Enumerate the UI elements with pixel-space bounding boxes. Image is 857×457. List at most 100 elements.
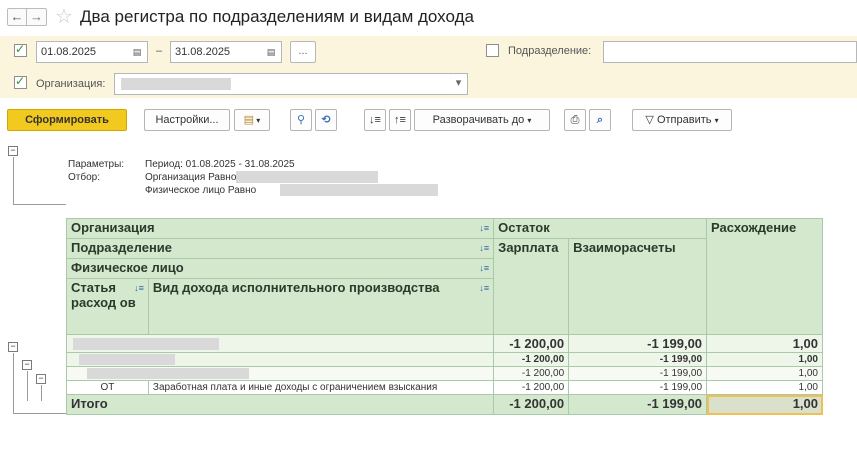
settings-button[interactable]: Настройки... bbox=[144, 109, 230, 131]
settlements-cell: -1 199,00 bbox=[568, 334, 708, 353]
search-icon: ⚲ bbox=[296, 114, 306, 126]
period-checkbox[interactable] bbox=[14, 42, 27, 57]
expand-icon: ↑≡ bbox=[394, 114, 406, 126]
settlements-cell: -1 199,00 bbox=[568, 352, 708, 367]
header-person[interactable]: Физическое лицо ↓≡ bbox=[65, 258, 495, 279]
header-person-label: Физическое лицо bbox=[71, 260, 184, 275]
header-organization[interactable]: Организация ↓≡ bbox=[65, 218, 495, 239]
clipboard-icon: ▤ bbox=[243, 114, 255, 126]
salary-cell: -1 200,00 bbox=[493, 366, 570, 381]
send-icon: ▽ bbox=[645, 114, 654, 126]
preview-button[interactable]: ⌕ bbox=[589, 109, 611, 131]
subdivision-input[interactable] bbox=[603, 41, 857, 63]
toolbar: Сформировать Настройки... ▤ ▾ ⚲ ⟲ ↓≡ ↑≡ … bbox=[0, 98, 857, 138]
header-article[interactable]: ↓≡ Статья расход ов bbox=[66, 278, 149, 335]
preview-icon: ⌕ bbox=[596, 114, 604, 126]
salary-cell: -1 200,00 bbox=[493, 380, 570, 395]
search-button[interactable]: ⚲ bbox=[290, 109, 312, 131]
discrepancy-cell: 1,00 bbox=[706, 380, 823, 395]
header-balance: Остаток bbox=[493, 218, 708, 239]
header-organization-label: Организация bbox=[71, 220, 155, 235]
print-button[interactable]: ⎙ bbox=[564, 109, 586, 131]
search-reset-icon: ⟲ bbox=[321, 114, 331, 126]
table-row[interactable]: -1 200,00 -1 199,00 1,00 bbox=[65, 334, 823, 353]
tree-line bbox=[13, 353, 14, 413]
collapse-subdivision-icon[interactable]: − bbox=[22, 360, 32, 370]
expand-to-button[interactable]: Разворачивать до ▾ bbox=[414, 109, 550, 131]
tree-line bbox=[13, 204, 66, 205]
total-label: Итого bbox=[65, 394, 495, 415]
subdivision-label: Подразделение: bbox=[508, 45, 592, 57]
search-reset-button[interactable]: ⟲ bbox=[315, 109, 337, 131]
sort-icon[interactable]: ↓≡ bbox=[134, 283, 144, 293]
date-range-dash: – bbox=[156, 45, 163, 57]
redacted-organization bbox=[121, 78, 231, 90]
redacted-organization bbox=[73, 338, 219, 350]
collapse-params-icon[interactable]: − bbox=[8, 146, 18, 156]
organization-checkbox[interactable] bbox=[14, 74, 27, 89]
title-bar: ← → ☆ Два регистра по подразделениям и в… bbox=[0, 0, 857, 36]
send-button[interactable]: ▽ Отправить ▾ bbox=[632, 109, 732, 131]
subdivision-checkbox[interactable] bbox=[486, 44, 499, 57]
generate-button[interactable]: Сформировать bbox=[7, 109, 127, 131]
total-row[interactable]: Итого -1 200,00 -1 199,00 1,00 bbox=[65, 394, 823, 415]
collapse-org-icon[interactable]: − bbox=[8, 342, 18, 352]
filter-person-text: Физическое лицо Равно bbox=[145, 185, 257, 196]
row-group-cell bbox=[65, 366, 495, 381]
redacted-person bbox=[87, 368, 249, 379]
period-text: Период: 01.08.2025 - 31.08.2025 bbox=[145, 159, 295, 170]
total-discrepancy-cell[interactable]: 1,00 bbox=[706, 394, 823, 415]
header-subdivision-label: Подразделение bbox=[71, 240, 173, 255]
period-select-button[interactable]: ... bbox=[290, 41, 316, 63]
settlements-cell: -1 199,00 bbox=[568, 380, 708, 395]
sort-icon[interactable]: ↓≡ bbox=[479, 263, 489, 273]
date-from-value: 01.08.2025 bbox=[41, 46, 97, 58]
header-salary: Зарплата bbox=[493, 238, 570, 335]
favorite-star-icon[interactable]: ☆ bbox=[55, 4, 73, 29]
table-row[interactable]: ОТ Заработная плата и иные доходы с огра… bbox=[66, 380, 823, 395]
date-from-input[interactable]: 01.08.2025 ▤ bbox=[36, 41, 148, 63]
forward-arrow-icon[interactable]: → bbox=[27, 8, 47, 26]
tree-line bbox=[27, 371, 28, 401]
header-income-type-label: Вид дохода исполнительного производства bbox=[152, 280, 440, 295]
table-row[interactable]: -1 200,00 -1 199,00 1,00 bbox=[65, 352, 823, 367]
organization-dropdown-button[interactable]: ▾ bbox=[450, 73, 468, 95]
date-to-value: 31.08.2025 bbox=[175, 46, 231, 58]
collapse-button[interactable]: ↓≡ bbox=[364, 109, 386, 131]
chevron-down-icon: ▾ bbox=[527, 116, 532, 125]
grouping-tree: − − − − bbox=[8, 142, 66, 457]
organization-input[interactable] bbox=[114, 73, 468, 95]
organization-label: Организация: bbox=[36, 78, 106, 90]
total-settlements-cell: -1 199,00 bbox=[568, 394, 708, 415]
salary-cell: -1 200,00 bbox=[493, 352, 570, 367]
settlements-cell: -1 199,00 bbox=[568, 366, 708, 381]
article-cell: ОТ bbox=[66, 380, 149, 395]
expand-to-label: Разворачивать до bbox=[432, 114, 525, 126]
discrepancy-cell: 1,00 bbox=[706, 334, 823, 353]
collapse-person-icon[interactable]: − bbox=[36, 374, 46, 384]
back-arrow-icon[interactable]: ← bbox=[7, 8, 27, 26]
header-discrepancy: Расхождение bbox=[706, 218, 823, 335]
income-type-cell: Заработная плата и иные доходы с огранич… bbox=[147, 380, 495, 395]
discrepancy-cell: 1,00 bbox=[706, 352, 823, 367]
calendar-icon[interactable]: ▤ bbox=[130, 45, 144, 59]
variants-button[interactable]: ▤ ▾ bbox=[234, 109, 270, 131]
collapse-icon: ↓≡ bbox=[369, 114, 381, 126]
salary-cell: -1 200,00 bbox=[493, 334, 570, 353]
table-row[interactable]: -1 200,00 -1 199,00 1,00 bbox=[65, 366, 823, 381]
row-group-cell bbox=[65, 352, 495, 367]
redacted-person bbox=[280, 184, 438, 196]
sort-icon[interactable]: ↓≡ bbox=[479, 283, 489, 293]
expand-button[interactable]: ↑≡ bbox=[389, 109, 411, 131]
sort-icon[interactable]: ↓≡ bbox=[479, 223, 489, 233]
sort-icon[interactable]: ↓≡ bbox=[479, 243, 489, 253]
calendar-icon[interactable]: ▤ bbox=[264, 45, 278, 59]
printer-icon: ⎙ bbox=[570, 114, 580, 126]
header-settlements: Взаиморасчеты bbox=[568, 238, 708, 335]
params-label: Параметры: bbox=[68, 159, 125, 170]
header-income-type[interactable]: ↓≡ Вид дохода исполнительного производст… bbox=[147, 278, 495, 335]
date-to-input[interactable]: 31.08.2025 ▤ bbox=[170, 41, 282, 63]
header-subdivision[interactable]: Подразделение ↓≡ bbox=[65, 238, 495, 259]
send-label: Отправить bbox=[656, 114, 712, 126]
tree-line bbox=[13, 413, 66, 414]
